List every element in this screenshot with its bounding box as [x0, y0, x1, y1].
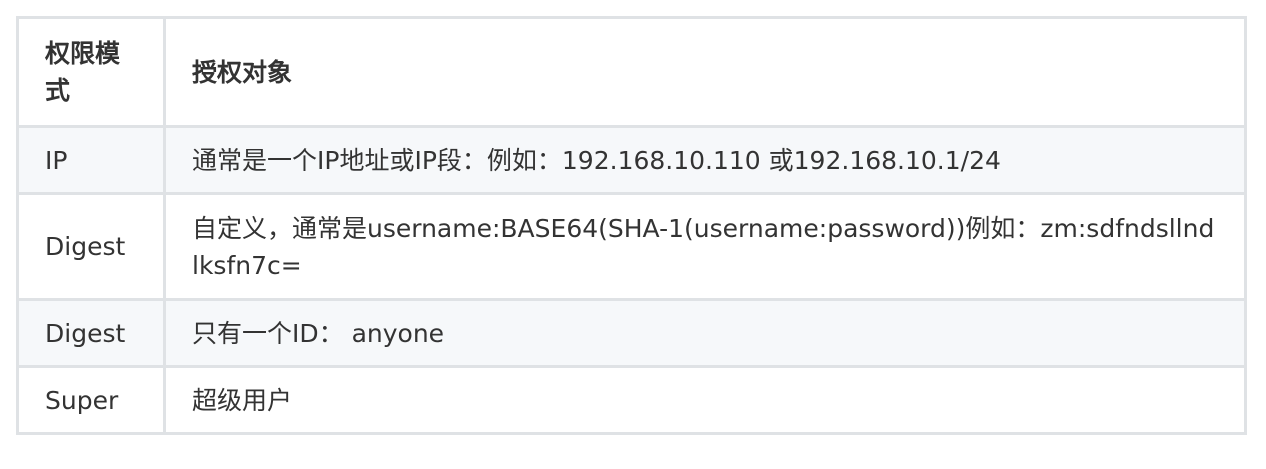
table-row: Super 超级用户 — [16, 365, 1247, 435]
header-permission-mode: 权限模式 — [16, 16, 166, 128]
cell-mode-digest-anyone: Digest — [16, 298, 166, 368]
cell-object-super: 超级用户 — [163, 365, 1247, 435]
header-authorization-object: 授权对象 — [163, 16, 1247, 128]
table-header-row: 权限模式 授权对象 — [16, 16, 1247, 128]
cell-object-digest: 自定义，通常是username:BASE64(SHA-1(username:pa… — [163, 192, 1247, 301]
permission-table-container: 权限模式 授权对象 IP 通常是一个IP地址或IP段：例如：192.168.10… — [16, 16, 1247, 435]
cell-mode-ip: IP — [16, 125, 166, 195]
cell-mode-super: Super — [16, 365, 166, 435]
permission-table: 权限模式 授权对象 IP 通常是一个IP地址或IP段：例如：192.168.10… — [16, 16, 1247, 435]
table-body: IP 通常是一个IP地址或IP段：例如：192.168.10.110 或192.… — [16, 125, 1247, 435]
table-header: 权限模式 授权对象 — [16, 16, 1247, 128]
cell-object-anyone: 只有一个ID： anyone — [163, 298, 1247, 368]
table-row: Digest 自定义，通常是username:BASE64(SHA-1(user… — [16, 192, 1247, 301]
cell-mode-digest: Digest — [16, 192, 166, 301]
table-row: Digest 只有一个ID： anyone — [16, 298, 1247, 368]
table-row: IP 通常是一个IP地址或IP段：例如：192.168.10.110 或192.… — [16, 125, 1247, 195]
cell-object-ip: 通常是一个IP地址或IP段：例如：192.168.10.110 或192.168… — [163, 125, 1247, 195]
